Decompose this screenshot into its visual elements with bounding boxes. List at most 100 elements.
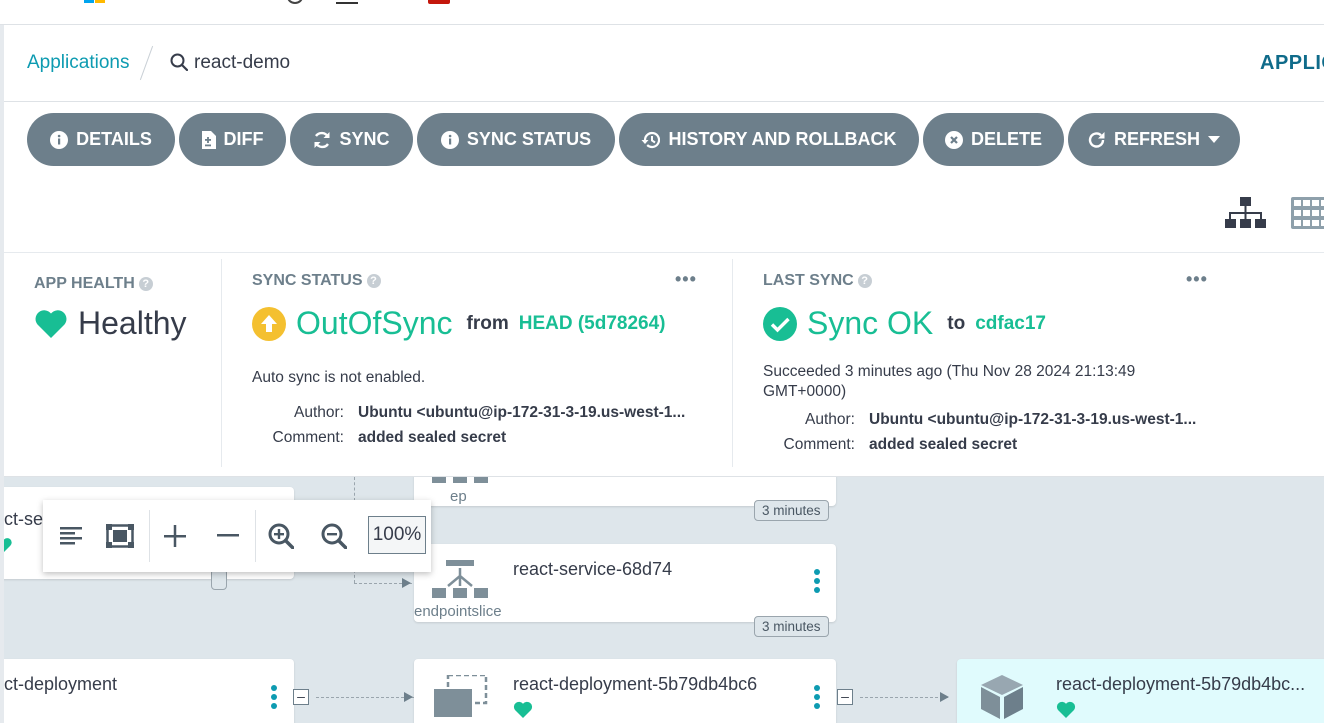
details-button-label: DETAILS <box>76 129 152 149</box>
column-divider <box>221 259 222 467</box>
sync-button-label: SYNC <box>339 129 390 149</box>
help-icon[interactable]: ? <box>138 277 153 291</box>
graph-zoom-toolbar: 100% <box>43 500 431 572</box>
last-sync-revision-link[interactable]: cdfac17 <box>975 313 1046 335</box>
node-title: ct-deployment <box>4 674 118 694</box>
endpointslice-node[interactable]: react-service-68d74 endpointslice <box>414 544 836 622</box>
breadcrumb-applications-link[interactable]: Applications <box>27 52 129 74</box>
comment-value: added sealed secret <box>869 436 1018 453</box>
diff-button-label: DIFF <box>223 129 264 149</box>
node-menu-button[interactable] <box>814 569 820 596</box>
last-sync-to-text: to <box>947 312 966 334</box>
redo-icon <box>1088 131 1105 148</box>
history-and-rollback-button[interactable]: HISTORY AND ROLLBACK <box>619 113 919 166</box>
last-sync-label: LAST SYNC ? <box>763 272 872 290</box>
node-title: react-deployment-5b79db4bc... <box>1056 674 1306 694</box>
author-key: Author: <box>805 411 855 428</box>
column-divider <box>732 259 733 467</box>
last-sync-succeeded-text: Succeeded 3 minutes ago (Thu Nov 28 2024… <box>763 363 1136 400</box>
edge-connector <box>860 697 948 698</box>
sync-status-button[interactable]: SYNC STATUS <box>417 113 615 166</box>
sync-revision-link[interactable]: HEAD (5d78264) <box>519 313 666 335</box>
caret-down-icon <box>1208 135 1220 143</box>
refresh-button[interactable]: REFRESH <box>1068 113 1240 166</box>
author-value: Ubuntu <ubuntu@ip-172-31-3-19.us-west-1.… <box>358 404 686 421</box>
last-sync-status-text: Sync OK <box>807 305 934 341</box>
tree-view-icon[interactable] <box>1225 197 1267 231</box>
zoom-level-display[interactable]: 100% <box>368 516 426 554</box>
check-circle-icon <box>763 306 797 341</box>
node-menu-button[interactable] <box>814 685 820 712</box>
zoom-divider <box>255 510 256 562</box>
help-icon[interactable]: ? <box>857 274 872 288</box>
last-sync-author-row: Author: Ubuntu <ubuntu@ip-172-31-3-19.us… <box>763 411 1196 429</box>
app-health-status: Healthy <box>78 305 187 341</box>
times-circle-icon <box>944 130 963 149</box>
sync-button[interactable]: SYNC <box>290 113 413 166</box>
file-diff-icon <box>201 130 216 149</box>
pod-node[interactable]: react-deployment-5b79db4bc... <box>957 659 1324 723</box>
diff-button[interactable]: DIFF <box>179 113 286 166</box>
refresh-button-label: REFRESH <box>1113 129 1200 149</box>
last-sync-menu-button[interactable]: ••• <box>1186 269 1208 290</box>
search-icon[interactable] <box>170 53 188 71</box>
endpoints-icon <box>432 477 488 483</box>
endpointslice-icon <box>432 560 488 598</box>
zoom-out-icon[interactable] <box>318 520 350 552</box>
sync-status-value: OutOfSync from HEAD (5d78264) <box>252 305 666 342</box>
browser-bookmark-strip <box>0 0 1324 25</box>
comment-key: Comment: <box>272 429 345 446</box>
sync-status-button-label: SYNC STATUS <box>466 129 592 149</box>
plus-icon[interactable] <box>159 520 191 552</box>
comment-key: Comment: <box>783 436 856 453</box>
collapse-button[interactable]: – <box>293 689 309 705</box>
auto-sync-text: Auto sync is not enabled. <box>252 369 426 386</box>
replicaset-node[interactable]: react-deployment-5b79db4bc6 <box>414 659 836 723</box>
node-title: react-service-68d74 <box>513 559 673 579</box>
breadcrumb-separator <box>139 45 154 81</box>
deployment-node[interactable]: ct-deployment <box>4 659 294 723</box>
sync-status-menu-button[interactable]: ••• <box>675 269 697 290</box>
heart-icon <box>513 701 533 718</box>
applications-header-label: APPLIC <box>1260 52 1324 74</box>
windows-logo-icon[interactable] <box>84 0 106 4</box>
node-title: react-deployment-5b79db4bc6 <box>513 674 758 694</box>
edge-arrow-icon <box>402 578 411 588</box>
sync-arrows-icon <box>314 131 330 148</box>
info-circle-icon <box>50 130 69 149</box>
last-sync-label-text: LAST SYNC <box>763 272 854 289</box>
history-icon <box>641 131 661 148</box>
globe-bookmark-icon[interactable] <box>287 0 303 4</box>
grid-view-icon[interactable] <box>1291 197 1324 229</box>
pod-cube-icon <box>981 675 1023 719</box>
sync-status-text: OutOfSync <box>296 305 453 341</box>
align-left-icon[interactable] <box>55 520 87 552</box>
bookmark-icon[interactable] <box>336 0 358 4</box>
node-menu-button[interactable] <box>271 685 277 712</box>
help-icon[interactable]: ? <box>366 274 381 288</box>
delete-button[interactable]: DELETE <box>923 113 1064 166</box>
author-value: Ubuntu <ubuntu@ip-172-31-3-19.us-west-1.… <box>869 411 1197 428</box>
fit-to-screen-icon[interactable] <box>104 520 136 552</box>
collapse-button[interactable]: – <box>837 689 853 705</box>
edge-connector <box>316 697 414 698</box>
app-health-value: Healthy <box>34 305 187 342</box>
application-status-panel: APP HEALTH ? Healthy SYNC STATUS ? ••• O… <box>4 252 1324 477</box>
youtube-bookmark-icon[interactable] <box>428 0 450 4</box>
sync-author-row: Author: Ubuntu <ubuntu@ip-172-31-3-19.us… <box>252 404 685 422</box>
history-and-rollback-button-label: HISTORY AND ROLLBACK <box>668 129 897 149</box>
breadcrumb-current-app[interactable]: react-demo <box>194 52 290 74</box>
sync-comment-row: Comment: added sealed secret <box>252 429 507 447</box>
arrow-circle-up-icon <box>252 306 286 341</box>
last-sync-value: Sync OK to cdfac17 <box>763 305 1046 342</box>
zoom-divider <box>149 510 150 562</box>
details-button[interactable]: DETAILS <box>27 113 175 166</box>
info-circle-icon <box>440 130 459 149</box>
node-age-badge <box>211 569 227 590</box>
node-kind: endpointslice <box>414 603 502 620</box>
node-age-badge: 3 minutes <box>754 500 829 521</box>
node-kind: ep <box>450 488 467 505</box>
zoom-in-icon[interactable] <box>265 520 297 552</box>
minus-icon[interactable] <box>212 520 244 552</box>
delete-button-label: DELETE <box>970 129 1042 149</box>
